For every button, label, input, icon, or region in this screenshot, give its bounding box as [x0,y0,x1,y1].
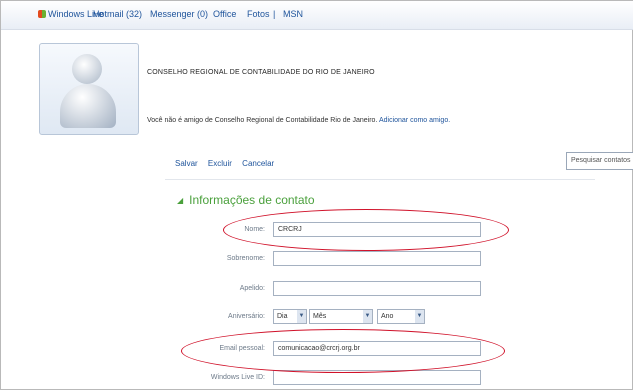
nickname-field[interactable] [273,281,481,296]
divider [165,179,595,180]
avatar-body [60,84,116,128]
cancel-link[interactable]: Cancelar [242,159,274,168]
chevron-down-icon: ▼ [415,310,424,323]
window: Windows Live Hotmail (32) Messenger (0) … [0,0,633,390]
contact-name: CONSELHO REGIONAL DE CONTABILIDADE DO RI… [147,69,375,76]
birthday-label: Aniversário: [228,313,265,320]
year-value: Ano [381,313,394,320]
nav-item-office[interactable]: Office [213,9,236,19]
collapse-arrow-icon: ◢ [177,196,184,205]
section-title-text: Informações de contato [189,193,315,207]
nickname-label: Apelido: [239,285,265,292]
action-links: Salvar Excluir Cancelar [175,159,282,168]
section-contact-info[interactable]: ◢ Informações de contato [177,193,315,207]
wlid-label: Windows Live ID: [210,374,265,381]
chevron-down-icon: ▼ [363,310,372,323]
top-nav-bar: Windows Live Hotmail (32) Messenger (0) … [1,1,633,30]
chevron-down-icon: ▼ [297,310,306,323]
birthday-month-select[interactable]: Mês ▼ [309,309,373,324]
save-link[interactable]: Salvar [175,159,198,168]
form-row-birthday: Aniversário: Dia ▼ Mês ▼ Ano ▼ [177,309,487,327]
surname-label: Sobrenome: [226,255,265,262]
surname-field[interactable] [273,251,481,266]
description-text: Você não é amigo de Conselho Regional de… [147,117,378,124]
avatar-head [72,54,102,84]
highlight-oval-name [223,209,509,251]
nav-item-hotmail[interactable]: Hotmail (32) [93,9,142,19]
search-contacts-input[interactable]: Pesquisar contatos [566,152,633,170]
highlight-oval-email [181,329,505,373]
windows-flag-icon [38,10,46,18]
nav-separator: | [273,9,276,19]
add-friend-link[interactable]: Adicionar como amigo. [379,117,450,124]
contact-avatar [39,43,139,135]
nav-item-msn[interactable]: MSN [283,9,303,19]
nav-item-fotos[interactable]: Fotos [247,9,270,19]
month-value: Mês [313,313,327,320]
day-value: Dia [277,313,288,320]
contact-description: Você não é amigo de Conselho Regional de… [147,117,450,124]
nav-item-messenger[interactable]: Messenger (0) [150,9,208,19]
form-row-nickname: Apelido: [177,281,487,299]
birthday-day-select[interactable]: Dia ▼ [273,309,307,324]
form-row-surname: Sobrenome: [177,251,487,269]
birthday-year-select[interactable]: Ano ▼ [377,309,425,324]
delete-link[interactable]: Excluir [208,159,232,168]
